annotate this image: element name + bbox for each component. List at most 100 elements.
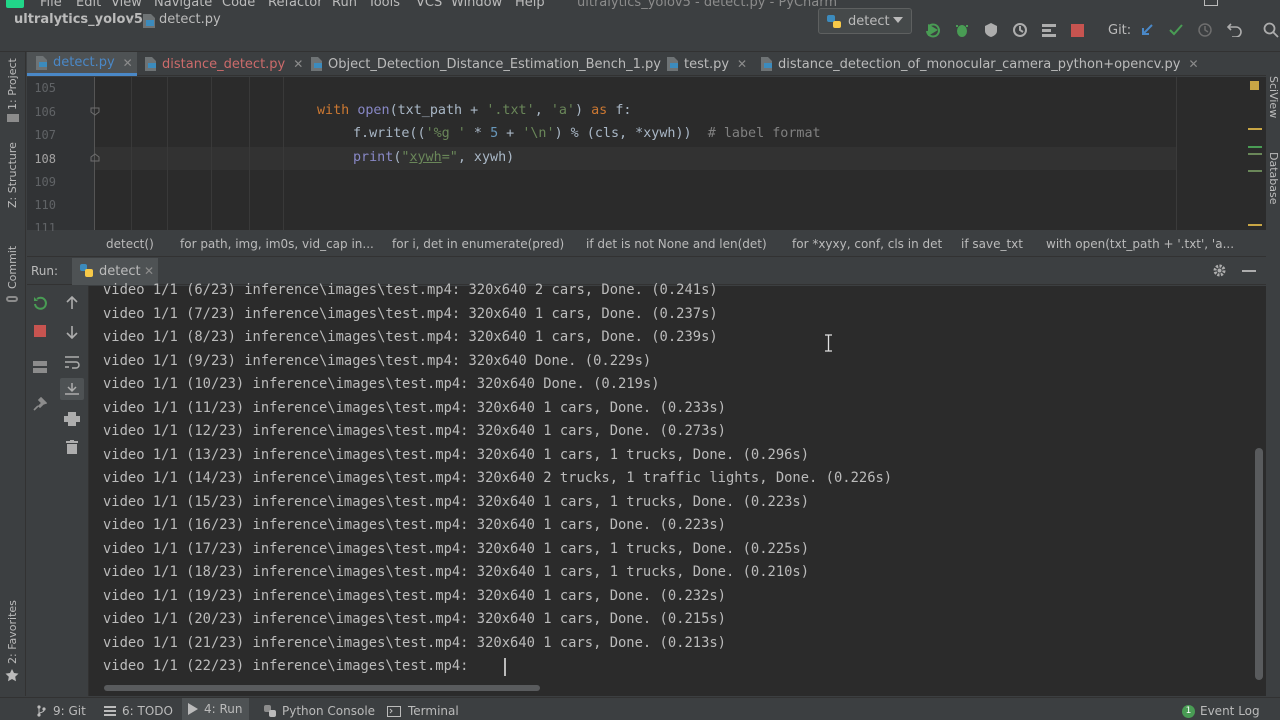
- arrow-up-icon[interactable]: [66, 296, 78, 310]
- rerun-icon[interactable]: [925, 22, 941, 38]
- console-scroll-thumb[interactable]: [1255, 448, 1263, 680]
- breadcrumb-item[interactable]: for i, det in enumerate(pred): [392, 237, 564, 251]
- pin-icon[interactable]: [33, 397, 47, 411]
- tool-window-event-log[interactable]: 1 Event Log: [1182, 704, 1260, 718]
- menu-tools[interactable]: Tools: [368, 0, 400, 10]
- right-margin-line: [1176, 77, 1177, 230]
- rerun-icon[interactable]: [33, 296, 48, 311]
- tool-window-database[interactable]: Database: [1267, 152, 1280, 205]
- console-horizontal-scroll-thumb[interactable]: [104, 685, 540, 691]
- folder-icon: [7, 114, 19, 122]
- profile-icon[interactable]: [1012, 22, 1028, 38]
- breadcrumb-item[interactable]: if save_txt: [961, 237, 1023, 251]
- tab-test-py[interactable]: test.py ✕: [667, 52, 767, 76]
- line-number: 109: [34, 175, 56, 189]
- window-title: ultralytics_yolov5 - detect.py - PyCharm: [577, 0, 838, 10]
- console-line: video 1/1 (8/23) inference\images\test.m…: [103, 329, 718, 345]
- tool-window-project[interactable]: 1: Project: [6, 58, 19, 110]
- tool-window-todo[interactable]: 6: TODO: [104, 704, 173, 718]
- git-rollback-icon[interactable]: [1227, 23, 1242, 37]
- menu-help[interactable]: Help: [515, 0, 545, 10]
- stop-icon[interactable]: [34, 325, 46, 337]
- breadcrumb: detect() for path, img, im0s, vid_cap in…: [27, 231, 1266, 257]
- breadcrumb-item[interactable]: with open(txt_path + '.txt', 'a...: [1046, 237, 1234, 251]
- stop-icon[interactable]: [1071, 24, 1084, 37]
- tool-window-structure[interactable]: Z: Structure: [6, 142, 19, 208]
- scroll-marker: [1248, 128, 1262, 130]
- arrow-down-icon[interactable]: [66, 325, 78, 339]
- fold-icon[interactable]: [90, 153, 100, 163]
- menu-vcs[interactable]: VCS: [416, 0, 442, 10]
- tab-label: distance_detection_of_monocular_camera_p…: [778, 56, 1181, 72]
- tool-window-commit[interactable]: Commit: [6, 246, 19, 289]
- tool-window-favorites[interactable]: 2: Favorites: [6, 600, 19, 664]
- breadcrumb-item[interactable]: for path, img, im0s, vid_cap in...: [180, 237, 374, 251]
- nav-file-name[interactable]: detect.py: [159, 12, 221, 27]
- tool-window-git[interactable]: 9: Git: [36, 704, 86, 718]
- tab-detect-py[interactable]: detect.py ✕: [27, 52, 137, 76]
- warning-marker-icon[interactable]: [1250, 81, 1259, 90]
- run-config-label: detect: [848, 14, 890, 29]
- tab-distance-detection-monocular[interactable]: distance_detection_of_monocular_camera_p…: [761, 52, 1201, 76]
- indent-guide: [131, 77, 132, 230]
- tool-window-sciview[interactable]: SciView: [1267, 76, 1280, 118]
- window-restore-icon[interactable]: [1204, 0, 1218, 6]
- trash-icon[interactable]: [66, 440, 78, 454]
- close-icon[interactable]: ✕: [737, 57, 747, 71]
- coverage-icon[interactable]: [983, 22, 999, 38]
- text-cursor-icon: [824, 334, 833, 352]
- console-line: video 1/1 (11/23) inference\images\test.…: [103, 400, 726, 416]
- minimize-icon[interactable]: [1242, 270, 1256, 272]
- line-number: 106: [34, 105, 56, 119]
- gear-icon[interactable]: [1212, 263, 1227, 278]
- soft-wrap-icon[interactable]: [64, 355, 80, 369]
- scroll-marker: [1248, 170, 1262, 172]
- close-icon[interactable]: ✕: [1188, 57, 1198, 71]
- layout-icon[interactable]: [33, 361, 47, 373]
- tab-object-detection-distance-estimation[interactable]: Object_Detection_Distance_Estimation_Ben…: [311, 52, 681, 76]
- menu-navigate[interactable]: Navigate: [154, 0, 212, 10]
- console-line: video 1/1 (22/23) inference\images\test.…: [103, 658, 477, 674]
- menu-code[interactable]: Code: [222, 0, 255, 10]
- breadcrumb-item[interactable]: detect(): [106, 237, 154, 251]
- breadcrumb-item[interactable]: if det is not None and len(det): [586, 237, 767, 251]
- debug-icon[interactable]: [954, 22, 970, 38]
- console-line: video 1/1 (9/23) inference\images\test.m…: [103, 353, 652, 369]
- git-commit-icon[interactable]: [1169, 23, 1183, 37]
- close-icon[interactable]: ✕: [144, 264, 154, 278]
- git-update-icon[interactable]: [1140, 23, 1154, 37]
- menu-bar: File Edit View Navigate Code Refactor Ru…: [0, 0, 1280, 10]
- run-tab-label: detect: [99, 264, 141, 279]
- tab-distance-detect-py[interactable]: distance_detect.py ✕: [145, 52, 305, 76]
- menu-run[interactable]: Run: [332, 0, 357, 10]
- python-file-icon: [36, 55, 48, 70]
- tool-window-run[interactable]: 4: Run: [182, 698, 249, 720]
- tab-label: test.py: [684, 56, 730, 72]
- tool-window-python-console[interactable]: Python Console: [264, 704, 375, 718]
- fold-icon[interactable]: [90, 106, 100, 116]
- tool-window-terminal[interactable]: Terminal: [387, 704, 459, 718]
- line-number: 105: [34, 81, 56, 95]
- nav-project-name[interactable]: ultralytics_yolov5: [14, 12, 143, 27]
- commit-icon: [6, 296, 18, 302]
- scroll-marker: [1248, 224, 1262, 226]
- python-console-icon: [264, 705, 276, 717]
- line-number: 108: [34, 152, 56, 166]
- event-log-badge: 1: [1182, 704, 1195, 718]
- search-icon[interactable]: [1263, 22, 1279, 38]
- left-tool-stripe: 1: Project Z: Structure Commit 2: Favori…: [0, 52, 26, 696]
- git-history-icon[interactable]: [1198, 23, 1212, 37]
- build-icon[interactable]: [1041, 22, 1057, 38]
- breadcrumb-item[interactable]: for *xyxy, conf, cls in det: [792, 237, 942, 251]
- close-icon[interactable]: ✕: [293, 57, 303, 71]
- close-icon[interactable]: ✕: [123, 56, 133, 70]
- menu-refactor[interactable]: Refactor: [268, 0, 323, 10]
- line-number: 107: [34, 128, 56, 142]
- menu-view[interactable]: View: [111, 0, 142, 10]
- menu-file[interactable]: File: [40, 0, 62, 10]
- tab-label: Object_Detection_Distance_Estimation_Ben…: [328, 56, 661, 72]
- menu-edit[interactable]: Edit: [76, 0, 101, 10]
- print-icon[interactable]: [64, 412, 80, 426]
- run-panel-label: Run:: [31, 264, 59, 278]
- menu-window[interactable]: Window: [451, 0, 502, 10]
